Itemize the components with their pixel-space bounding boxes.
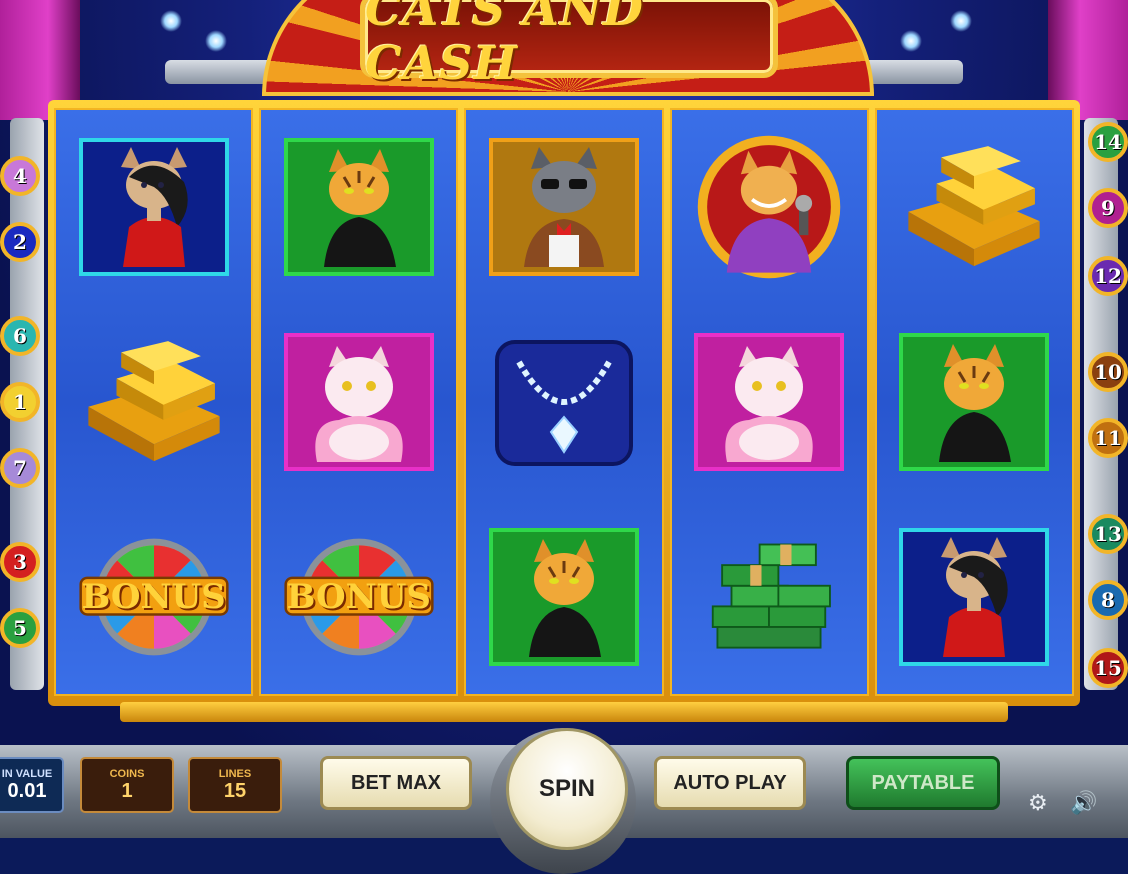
coins-box[interactable]: COINS 1 [80, 757, 174, 813]
line-badge[interactable]: 14 [1088, 122, 1128, 162]
lines-box[interactable]: LINES 15 [188, 757, 282, 813]
spotlight [160, 10, 182, 32]
bonus-label: BONUS [81, 576, 226, 617]
coin-value-box[interactable]: IN VALUE 0.01 [0, 757, 64, 813]
persian-cat-icon [725, 345, 813, 462]
game-title: CATS AND CASH [365, 0, 644, 90]
spotlight [900, 30, 922, 52]
line-badge[interactable]: 15 [1088, 648, 1128, 688]
persian-cat-icon [315, 345, 403, 462]
settings-icon[interactable]: ⚙ [1028, 790, 1048, 816]
tiger-cat-symbol [283, 132, 434, 282]
gold-bars-symbol [899, 132, 1049, 282]
lady-cat-icon [120, 147, 188, 268]
tiger-cat-icon [323, 149, 396, 268]
coins-value: 1 [121, 779, 133, 802]
sound-icon[interactable]: 🔊 [1070, 790, 1097, 816]
lines-value: 15 [223, 779, 247, 802]
line-badge[interactable]: 8 [1088, 580, 1128, 620]
reel-5 [874, 108, 1075, 696]
reel-2: BONUS [259, 108, 459, 696]
line-badge[interactable]: 9 [1088, 188, 1128, 228]
lady-cat-icon [941, 536, 1009, 657]
cash-stacks-symbol [694, 522, 844, 672]
spotlight [205, 30, 227, 52]
lady-cat-symbol [899, 522, 1050, 672]
reel-area: BONUS BONUS [54, 108, 1075, 696]
cash-icon [712, 543, 832, 649]
reel-3 [464, 108, 664, 696]
bonus-wheel-symbol: BONUS [284, 522, 434, 672]
tiger-cat-icon [529, 538, 601, 657]
line-badge[interactable]: 6 [0, 316, 40, 356]
line-badge[interactable]: 10 [1088, 352, 1128, 392]
line-badge[interactable]: 2 [0, 222, 40, 262]
gold-bars-icon [87, 341, 220, 462]
diamond-necklace-symbol [489, 327, 639, 477]
necklace-icon [495, 339, 633, 466]
gold-bars-icon [908, 146, 1041, 267]
bonus-label: BONUS [286, 576, 431, 617]
white-persian-cat-symbol [694, 327, 845, 477]
lady-cat-symbol [78, 132, 229, 282]
coin-value: 0.01 [7, 779, 47, 802]
host-cat-microphone-symbol [694, 132, 844, 282]
line-badge[interactable]: 4 [0, 156, 40, 196]
white-persian-cat-symbol [283, 327, 434, 477]
game-logo: CATS AND CASH [360, 0, 778, 90]
line-badge[interactable]: 3 [0, 542, 40, 582]
tiger-cat-symbol [489, 522, 639, 672]
croupier-cat-icon [524, 147, 604, 268]
reel-1: BONUS [54, 108, 254, 696]
host-cat-icon [697, 136, 841, 279]
line-badge[interactable]: 11 [1088, 418, 1128, 458]
bottom-rail [120, 702, 1008, 722]
line-badge[interactable]: 5 [0, 608, 40, 648]
tiger-cat-icon [939, 343, 1012, 462]
line-badge[interactable]: 12 [1088, 256, 1128, 296]
gold-bars-symbol [79, 327, 229, 477]
gray-cat-croupier-symbol [489, 132, 639, 282]
reel-4 [669, 108, 869, 696]
auto-play-button[interactable]: AUTO PLAY [654, 756, 806, 810]
tiger-cat-symbol [899, 327, 1050, 477]
spin-button[interactable]: SPIN [506, 728, 628, 850]
bet-max-button[interactable]: BET MAX [320, 756, 472, 810]
line-badge[interactable]: 13 [1088, 514, 1128, 554]
spotlight [950, 10, 972, 32]
lines-label: LINES [218, 767, 252, 780]
bonus-wheel-symbol: BONUS [79, 522, 229, 672]
paytable-button[interactable]: PAYTABLE [846, 756, 1000, 810]
line-badge[interactable]: 7 [0, 448, 40, 488]
coin-value-label: IN VALUE [1, 767, 53, 780]
coins-label: COINS [109, 767, 145, 780]
line-badge[interactable]: 1 [0, 382, 40, 422]
